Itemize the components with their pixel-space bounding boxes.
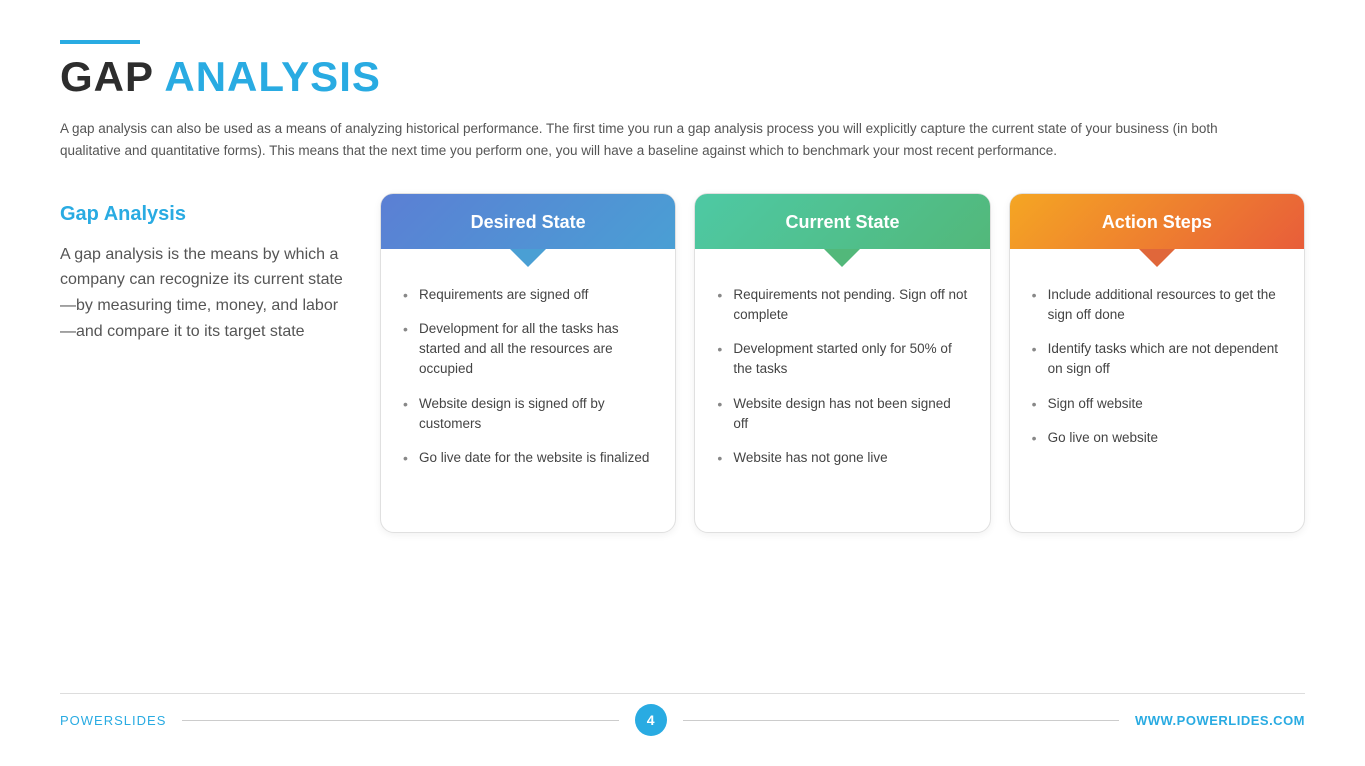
list-item: Requirements are signed off [403,285,653,305]
left-panel-title: Gap Analysis [60,203,350,226]
footer-website: WWW.POWERLIDES.COM [1135,713,1305,728]
list-item: Requirements not pending. Sign off not c… [717,285,967,326]
title-blue: ANALYSIS [164,53,381,100]
list-item: Go live date for the website is finalize… [403,448,653,468]
slide: GAP ANALYSIS A gap analysis can also be … [0,0,1365,766]
footer-line-right [683,720,1119,721]
card-desired-header: Desired State [381,194,675,249]
list-item: Sign off website [1032,394,1282,414]
description-text: A gap analysis can also be used as a mea… [60,118,1280,163]
page-title: GAP ANALYSIS [60,54,1305,100]
list-item: Identify tasks which are not dependent o… [1032,339,1282,380]
page-badge: 4 [635,704,667,736]
card-desired-body: Requirements are signed off Development … [381,249,675,532]
title-black: GAP [60,53,164,100]
left-panel-text: A gap analysis is the means by which a c… [60,242,350,344]
footer-line-left [182,720,618,721]
footer: POWERSLIDES 4 WWW.POWERLIDES.COM [60,693,1305,736]
brand-black: POWER [60,713,114,728]
list-item: Website design has not been signed off [717,394,967,435]
list-item: Website has not gone live [717,448,967,468]
left-panel: Gap Analysis A gap analysis is the means… [60,193,380,344]
action-list: Include additional resources to get the … [1032,285,1282,449]
brand-blue: SLIDES [114,713,166,728]
card-action-body: Include additional resources to get the … [1010,249,1304,532]
cards-area: Desired State Requirements are signed of… [380,193,1305,533]
card-action: Action Steps Include additional resource… [1009,193,1305,533]
card-desired: Desired State Requirements are signed of… [380,193,676,533]
header-bar [60,40,140,44]
card-current: Current State Requirements not pending. … [694,193,990,533]
list-item: Development started only for 50% of the … [717,339,967,380]
desired-list: Requirements are signed off Development … [403,285,653,469]
list-item: Development for all the tasks has starte… [403,319,653,380]
card-current-header: Current State [695,194,989,249]
main-content: Gap Analysis A gap analysis is the means… [60,193,1305,685]
card-action-header: Action Steps [1010,194,1304,249]
card-current-body: Requirements not pending. Sign off not c… [695,249,989,532]
footer-brand: POWERSLIDES [60,713,166,728]
current-list: Requirements not pending. Sign off not c… [717,285,967,469]
list-item: Include additional resources to get the … [1032,285,1282,326]
list-item: Website design is signed off by customer… [403,394,653,435]
list-item: Go live on website [1032,428,1282,448]
